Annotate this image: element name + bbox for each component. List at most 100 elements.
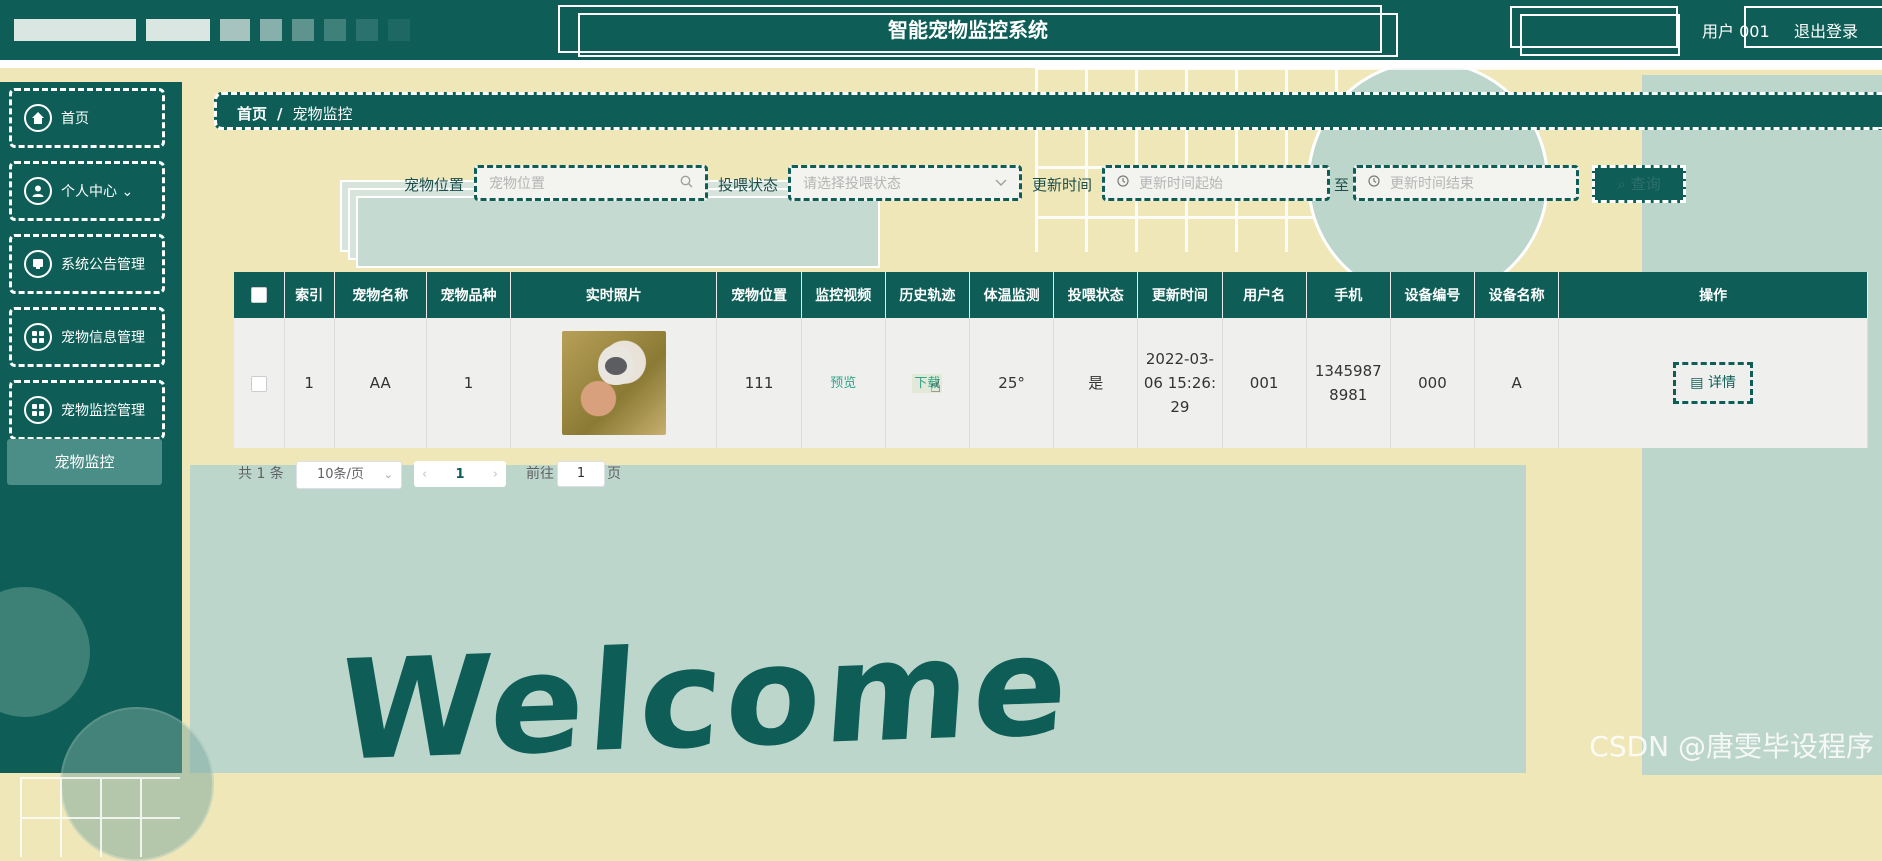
row-select-cell[interactable]: [234, 318, 285, 448]
select-all-checkbox[interactable]: [250, 287, 267, 303]
monitor-table: 索引 宠物名称 宠物品种 实时照片 宠物位置 监控视频 历史轨迹 体温监测 投喂…: [234, 272, 1868, 448]
grid-icon: [24, 396, 52, 424]
sidebar-item-label: 宠物信息管理: [61, 330, 145, 346]
cell-feed-status: 是: [1053, 318, 1139, 448]
detail-button-label: 详情: [1707, 375, 1736, 391]
column-header: 索引: [284, 272, 335, 318]
cell-actions: ▤ 详情: [1558, 318, 1868, 448]
search-icon: [680, 175, 693, 192]
current-user: 用户 001: [1702, 22, 1770, 41]
sidebar-item-pet-info[interactable]: 宠物信息管理: [9, 307, 165, 367]
detail-button[interactable]: ▤ 详情: [1673, 362, 1753, 404]
background-card: [356, 196, 880, 268]
chevron-down-icon: [995, 175, 1007, 191]
time-end-input[interactable]: 更新时间结束: [1353, 165, 1579, 201]
sidebar-item-home[interactable]: 首页: [9, 88, 165, 148]
search-icon: ⌕: [1617, 175, 1631, 193]
pagination-total: 共 1 条: [238, 466, 284, 482]
cell-update-time: 2022-03-06 15:26:29: [1137, 318, 1223, 448]
time-start-input[interactable]: 更新时间起始: [1102, 165, 1330, 201]
sidebar-item-label: 个人中心 ⌄: [61, 184, 134, 200]
column-header: 体温监测: [969, 272, 1055, 318]
breadcrumb-separator: /: [277, 105, 283, 123]
breadcrumb-home[interactable]: 首页: [237, 105, 267, 123]
top-header: 智能宠物监控系统 用户 001 退出登录: [0, 0, 1882, 60]
header-divider: [0, 60, 1882, 68]
watermark-text: CSDN @唐雯毕设程序: [1589, 730, 1874, 763]
cell-device-no: 000: [1390, 318, 1476, 448]
next-page-icon[interactable]: ›: [493, 467, 498, 482]
pet-photo[interactable]: [561, 331, 666, 435]
column-header: 实时照片: [510, 272, 718, 318]
chevron-down-icon: ⌄: [383, 468, 393, 481]
notice-icon: [24, 250, 52, 278]
column-header: 投喂状态: [1053, 272, 1139, 318]
sidebar: 首页 个人中心 ⌄ 系统公告管理 宠物信息管理 宠物监控管理: [0, 82, 214, 861]
goto-page-input[interactable]: 1: [557, 461, 605, 487]
sidebar-subitem-pet-monitor[interactable]: 宠物监控: [7, 439, 162, 485]
clock-icon: [1117, 175, 1129, 191]
query-button-label: 查询: [1630, 175, 1661, 193]
home-icon: [24, 104, 52, 132]
time-end-placeholder: 更新时间结束: [1390, 176, 1474, 192]
grid-icon: [24, 323, 52, 351]
select-all-header[interactable]: [234, 272, 285, 318]
location-label: 宠物位置: [404, 176, 465, 194]
breadcrumb-current: 宠物监控: [292, 105, 353, 123]
welcome-text: Welcome: [333, 605, 1078, 792]
column-header: 监控视频: [801, 272, 886, 318]
sidebar-item-label: 首页: [61, 111, 89, 127]
page-size-value: 10条/页: [317, 467, 364, 482]
pagination-goto-label: 前往: [526, 466, 554, 482]
system-title: 智能宠物监控系统: [888, 18, 1048, 42]
pagination-page-suffix: 页: [607, 466, 621, 482]
cat-image: [597, 345, 634, 385]
header-frame: [1520, 14, 1680, 56]
cell-pet-name: AA: [334, 318, 427, 448]
cell-temperature: 25°: [969, 318, 1055, 448]
feed-label: 投喂状态: [718, 176, 779, 194]
sidebar-item-pet-monitor[interactable]: 宠物监控管理: [9, 380, 165, 440]
row-checkbox[interactable]: [250, 375, 267, 392]
cell-track: 下载: [885, 318, 971, 448]
cell-location: 111: [716, 318, 802, 448]
page-number[interactable]: 1: [455, 467, 464, 482]
column-header: 宠物名称: [334, 272, 427, 318]
time-label: 更新时间: [1032, 176, 1093, 194]
column-header: 宠物位置: [716, 272, 802, 318]
cell-phone: 13459878981: [1306, 318, 1391, 448]
time-range-separator: 至: [1334, 176, 1350, 194]
breadcrumb: 首页 / 宠物监控: [214, 92, 1882, 130]
column-header: 设备编号: [1390, 272, 1476, 318]
table-header-row: 索引 宠物名称 宠物品种 实时照片 宠物位置 监控视频 历史轨迹 体温监测 投喂…: [234, 272, 1868, 318]
column-header: 设备名称: [1474, 272, 1560, 318]
column-header: 用户名: [1222, 272, 1307, 318]
clock-icon: [1368, 175, 1380, 191]
cell-index: 1: [284, 318, 335, 448]
document-icon: ▤: [1690, 375, 1708, 391]
cell-username: 001: [1222, 318, 1307, 448]
query-button[interactable]: ⌕ 查询: [1592, 165, 1686, 203]
sidebar-item-notice[interactable]: 系统公告管理: [9, 234, 165, 294]
sidebar-item-label: 系统公告管理: [61, 257, 145, 273]
sidebar-decoration: [20, 777, 180, 857]
cell-device-name: A: [1474, 318, 1560, 448]
column-header: 更新时间: [1137, 272, 1223, 318]
feed-select[interactable]: 请选择投喂状态: [788, 165, 1022, 201]
location-input[interactable]: 宠物位置: [474, 165, 708, 201]
logout-button[interactable]: 退出登录: [1794, 18, 1858, 42]
location-placeholder: 宠物位置: [489, 176, 545, 192]
time-start-placeholder: 更新时间起始: [1139, 176, 1223, 192]
sidebar-item-personal-center[interactable]: 个人中心 ⌄: [9, 161, 165, 221]
user-icon: [24, 177, 52, 205]
sidebar-item-label: 宠物监控管理: [61, 403, 145, 419]
column-header: 操作: [1558, 272, 1868, 318]
prev-page-icon[interactable]: ‹: [422, 467, 427, 482]
cell-photo: [510, 318, 718, 448]
preview-link[interactable]: 预览: [830, 376, 856, 391]
column-header: 宠物品种: [426, 272, 512, 318]
page-size-select[interactable]: 10条/页 ⌄: [296, 461, 402, 489]
table-row: 1 AA 1 111 预览 下载 25° 是 2022-03-06 15:26:…: [234, 318, 1868, 448]
sidebar-decoration: [0, 587, 90, 717]
cell-pet-breed: 1: [426, 318, 512, 448]
